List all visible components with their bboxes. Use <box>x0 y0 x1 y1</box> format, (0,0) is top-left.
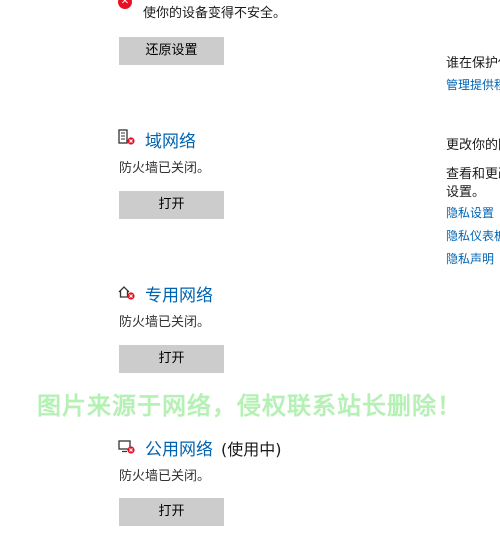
private-network-turn-on-button[interactable]: 打开 <box>119 345 224 373</box>
who-protects-heading: 谁在保护你 <box>446 56 500 71</box>
domain-network-status: 防火墙已关闭。 <box>119 161 211 176</box>
domain-network-turn-on-button[interactable]: 打开 <box>119 191 224 219</box>
private-network-status: 防火墙已关闭。 <box>119 315 211 330</box>
public-network-status: 防火墙已关闭。 <box>119 469 211 484</box>
privacy-settings-link[interactable]: 隐私设置 <box>446 204 500 221</box>
restore-settings-button[interactable]: 还原设置 <box>119 37 224 65</box>
error-icon: ✕ <box>118 0 132 9</box>
warning-text: 使你的设备变得不安全。 <box>143 6 287 21</box>
privacy-settings-heading: 更改你的隐私设置 <box>446 138 500 153</box>
domain-network-icon <box>118 129 135 145</box>
private-network-icon <box>118 286 135 300</box>
domain-network-title[interactable]: 域网络 <box>145 127 196 152</box>
public-network-turn-on-button[interactable]: 打开 <box>119 498 224 526</box>
view-change-text: 查看和更改 <box>446 167 500 182</box>
view-change-text-line2: 设置。 <box>446 185 486 200</box>
privacy-dashboard-link[interactable]: 隐私仪表板 <box>446 227 500 244</box>
privacy-statement-link[interactable]: 隐私声明 <box>446 250 500 267</box>
public-network-title[interactable]: 公用网络 (使用中) <box>145 435 282 460</box>
manage-providers-link[interactable]: 管理提供程序 <box>446 76 500 93</box>
watermark-text: 图片来源于网络，侵权联系站长删除！ <box>37 392 462 420</box>
in-use-label: (使用中) <box>221 440 282 459</box>
public-network-title-text[interactable]: 公用网络 <box>145 440 213 460</box>
private-network-title[interactable]: 专用网络 <box>145 281 213 306</box>
public-network-icon <box>118 440 135 454</box>
